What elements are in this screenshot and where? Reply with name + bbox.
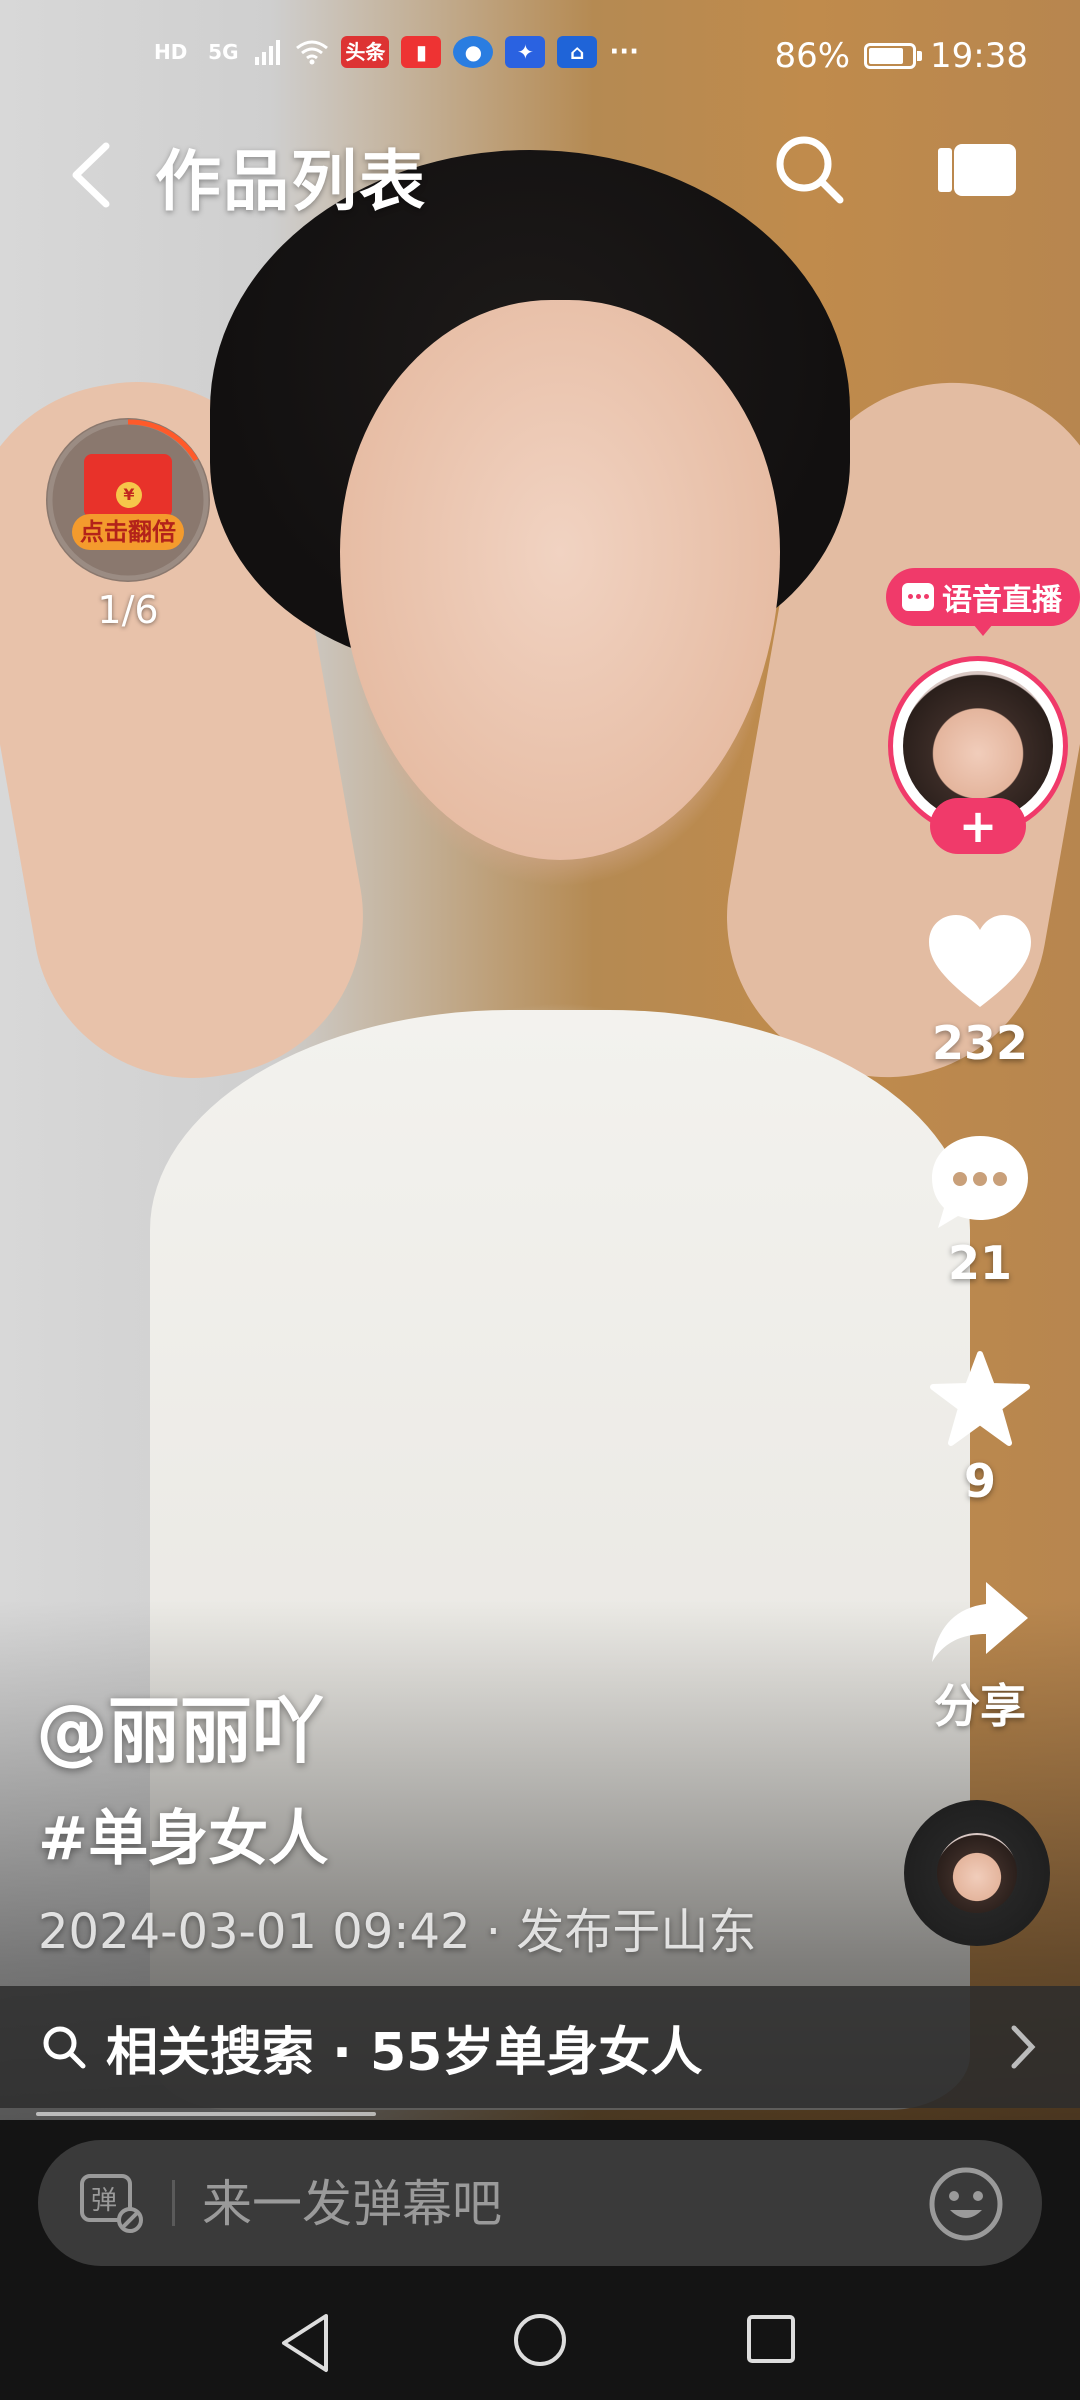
favorite-count: 9 (963, 1454, 996, 1508)
related-search-text: 相关搜索 · 55岁单身女人 (106, 2022, 703, 2083)
battery-percent: 86% (774, 36, 851, 76)
star-icon (930, 1351, 1030, 1446)
search-icon (43, 2026, 86, 2069)
back-icon[interactable] (62, 140, 122, 210)
video-figure-face (340, 300, 780, 860)
red-packet-button[interactable]: ¥ 点击翻倍 (46, 418, 210, 582)
voice-live-label: 语音直播 (942, 583, 1062, 618)
like-count: 232 (931, 1016, 1029, 1070)
wifi-icon (296, 40, 329, 65)
nav-back-icon[interactable] (278, 2312, 334, 2374)
more-indicators: ··· (609, 37, 639, 67)
emoji-icon[interactable] (926, 2164, 1006, 2244)
like-button[interactable]: 232 (910, 912, 1050, 1070)
video-player-screen: HD 5G 头条 ▮ ● ✦ ⌂ ··· 86% 19:38 作品列表 ¥ 点击… (0, 0, 1080, 2400)
nav-recents-icon[interactable] (746, 2314, 796, 2364)
browser-app-icon: ● (453, 36, 494, 68)
red-packet-counter: 1/6 (97, 588, 159, 632)
coin-icon: ¥ (116, 482, 142, 508)
battery-icon (864, 43, 923, 69)
share-button[interactable]: 分享 (910, 1576, 1050, 1736)
author-name[interactable]: @丽丽吖 (36, 1672, 324, 1777)
status-bar: HD 5G 头条 ▮ ● ✦ ⌂ ··· 86% 19:38 (0, 0, 1080, 120)
clock: 19:38 (930, 36, 1028, 76)
nav-home-icon[interactable] (512, 2312, 568, 2368)
related-search-bar[interactable]: 相关搜索 · 55岁单身女人 (0, 1986, 1080, 2108)
page-title: 作品列表 (155, 143, 427, 220)
follow-button[interactable]: + (930, 798, 1026, 854)
search-icon[interactable] (770, 130, 850, 210)
bulb-app-icon: ✦ (505, 36, 546, 68)
hashtag-link[interactable]: #单身女人 (38, 1790, 328, 1877)
danmaku-divider (172, 2180, 175, 2226)
hd-indicator: HD (154, 40, 188, 64)
comment-button[interactable]: 21 (910, 1132, 1050, 1290)
comment-icon (932, 1136, 1028, 1228)
book-app-icon: ▮ (401, 36, 442, 68)
music-cover-image (937, 1833, 1017, 1913)
danmaku-input[interactable] (200, 2140, 904, 2268)
share-label: 分享 (934, 1679, 1026, 1733)
home-app-icon: ⌂ (557, 36, 598, 68)
status-right: 86% 19:38 (774, 36, 1028, 76)
voice-live-badge[interactable]: 语音直播 (886, 568, 1080, 636)
chevron-right-icon (1011, 2025, 1036, 2069)
news-app-indicator: 头条 (341, 36, 390, 68)
music-disc-button[interactable] (904, 1800, 1050, 1946)
signal-icon (255, 40, 281, 65)
status-indicators: HD 5G 头条 ▮ ● ✦ ⌂ ··· (150, 36, 639, 68)
red-packet-label: 点击翻倍 (72, 514, 184, 550)
danmaku-bar: 弹 (38, 2140, 1042, 2268)
video-progress-bar[interactable] (36, 2112, 376, 2116)
share-icon (932, 1582, 1028, 1662)
chat-bubble-icon (902, 583, 934, 611)
battery-level (869, 48, 904, 64)
network-indicator: 5G (208, 40, 239, 64)
camera-icon[interactable] (938, 140, 1018, 200)
heart-icon (929, 915, 1031, 1007)
system-navigation-bar (0, 2290, 1080, 2400)
svg-text:弹: 弹 (91, 2186, 117, 2216)
favorite-button[interactable]: 9 (910, 1350, 1050, 1508)
post-date-location: 2024-03-01 09:42 · 发布于山东 (38, 1904, 757, 1960)
danmaku-toggle-icon[interactable]: 弹 (78, 2172, 144, 2234)
comment-count: 21 (947, 1236, 1012, 1290)
